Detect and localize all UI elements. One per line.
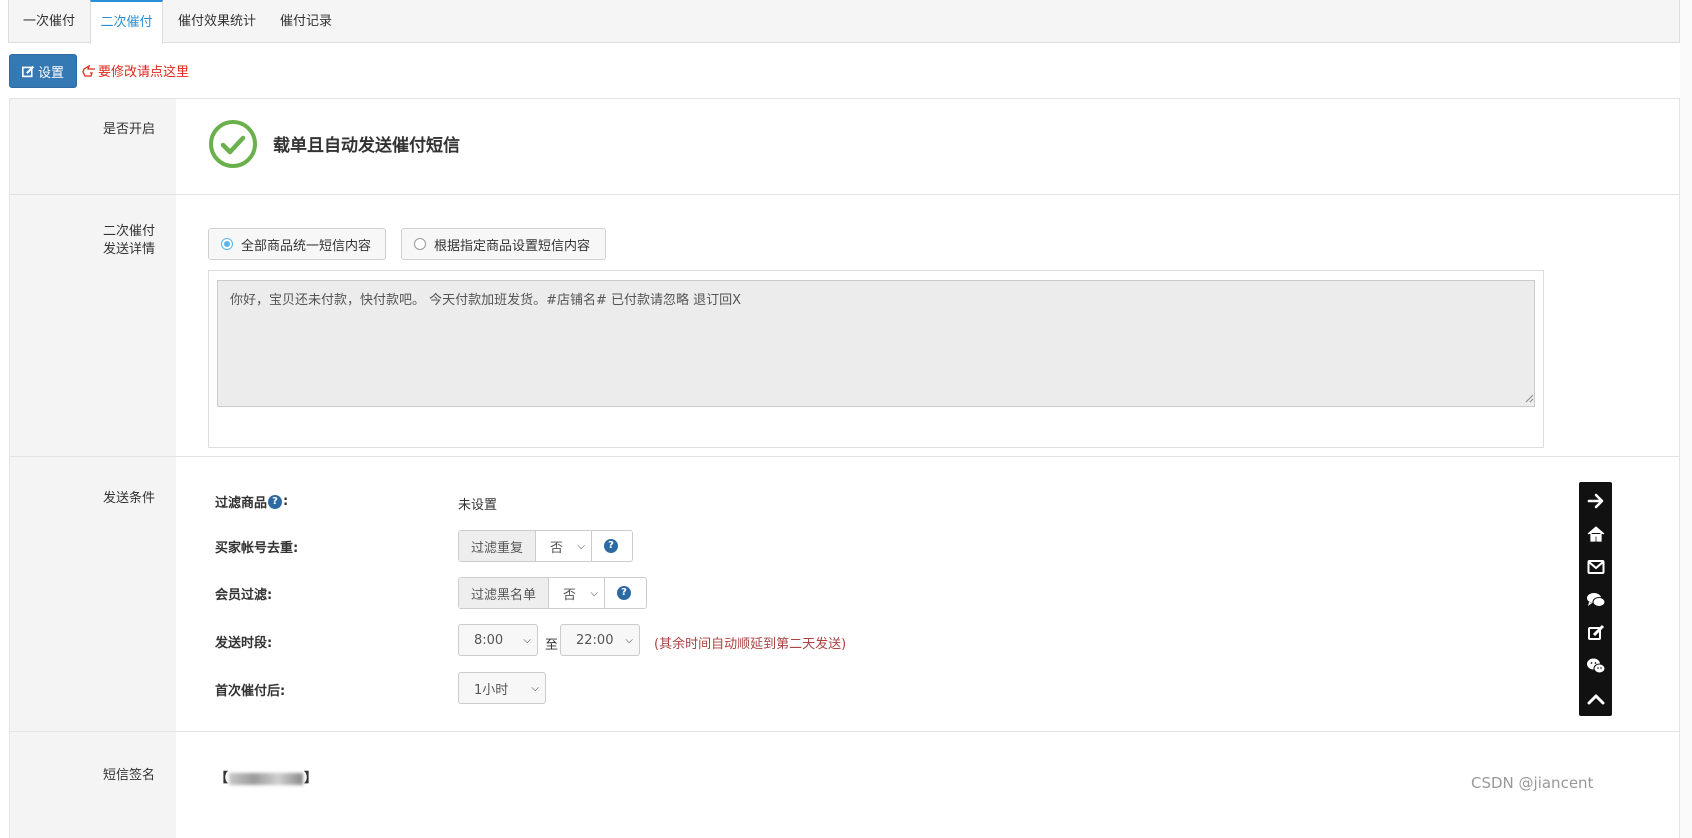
question-icon: ? — [617, 586, 632, 600]
dedupe-addon: 过滤重复 — [459, 531, 537, 561]
period-start-select[interactable]: 8:00 ⌵ — [458, 624, 538, 656]
period-start-value: 8:00 — [474, 632, 504, 648]
question-icon: ? — [604, 539, 619, 553]
signature-label: 短信签名 — [102, 768, 155, 783]
enabled-label: 是否开启 — [102, 122, 155, 137]
filter-goods-label-text: 过滤商品 — [215, 496, 268, 511]
watermark: CSDN @jiancent — [1471, 774, 1594, 792]
chat-icon[interactable] — [1579, 583, 1612, 616]
after-first-label: 首次催付后: — [215, 684, 286, 699]
signature-open-bracket: 【 — [215, 771, 229, 786]
dedupe-group: 过滤重复 否 ⌵ ? — [458, 530, 633, 562]
radio-specific-goods-label: 根据指定商品设置短信内容 — [434, 238, 591, 254]
tab-reminder-records[interactable]: 催付记录 — [271, 0, 341, 43]
period-to-text: 至 — [545, 638, 559, 653]
wechat-icon[interactable] — [1579, 649, 1612, 682]
envelope-icon[interactable] — [1579, 550, 1612, 583]
row-divider — [10, 456, 1679, 457]
edit-hint-text: 要修改请点这里 — [98, 65, 190, 80]
chevron-down-icon: ⌵ — [577, 540, 586, 552]
enabled-status-text: 载单且自动发送催付短信 — [273, 136, 460, 156]
detail-label-line1: 二次催付 — [102, 224, 155, 239]
chevron-down-icon: ⌵ — [590, 587, 599, 599]
after-first-select[interactable]: 1小时 ⌵ — [458, 672, 546, 704]
arrow-right-icon[interactable] — [1579, 484, 1612, 517]
label-column — [10, 99, 176, 838]
tab-first-reminder[interactable]: 一次催付 — [8, 0, 90, 43]
edit-icon — [21, 65, 35, 77]
dedupe-label: 买家帐号去重: — [215, 541, 299, 556]
edit-icon[interactable] — [1579, 616, 1612, 649]
settings-panel — [9, 98, 1680, 838]
chevron-down-icon: ⌵ — [523, 634, 531, 646]
tab-reminder-stats[interactable]: 催付效果统计 — [163, 0, 271, 43]
settings-button-label: 设置 — [37, 65, 64, 81]
member-filter-help-button[interactable]: ? — [605, 578, 643, 608]
radio-all-goods[interactable]: 全部商品统一短信内容 — [208, 228, 386, 260]
row-divider — [10, 731, 1679, 732]
member-filter-select[interactable]: 否 ⌵ — [549, 578, 606, 608]
question-icon[interactable]: ? — [268, 494, 283, 509]
dedupe-select-value: 否 — [550, 540, 564, 556]
dedupe-help-button[interactable]: ? — [592, 531, 630, 561]
period-label: 发送时段: — [215, 636, 273, 651]
radio-unselected-icon — [414, 238, 426, 250]
sms-signature: 【】 — [215, 767, 317, 786]
chevron-down-icon: ⌵ — [625, 634, 633, 646]
detail-label-line2: 发送详情 — [102, 242, 155, 257]
edit-hint[interactable]: 要修改请点这里 — [82, 61, 189, 80]
radio-specific-goods[interactable]: 根据指定商品设置短信内容 — [401, 228, 606, 260]
period-note: (其余时间自动顺延到第二天发送) — [654, 637, 847, 652]
floating-sidebar — [1579, 482, 1612, 716]
chevron-down-icon: ⌵ — [531, 682, 539, 694]
sms-content-textarea[interactable]: 你好，宝贝还未付款，快付款吧。 今天付款加班发货。#店铺名# 已付款请忽略 退订… — [217, 280, 1535, 407]
blurred-signature — [229, 772, 304, 785]
period-end-select[interactable]: 22:00 ⌵ — [560, 624, 640, 656]
conditions-label: 发送条件 — [102, 491, 155, 506]
filter-goods-label: 过滤商品 ? : — [215, 492, 288, 511]
member-filter-group: 过滤黑名单 否 ⌵ ? — [458, 577, 647, 609]
chevron-up-icon[interactable] — [1579, 682, 1612, 715]
scrollbar[interactable] — [1680, 0, 1692, 838]
dedupe-select[interactable]: 否 ⌵ — [536, 531, 593, 561]
signature-close-bracket: 】 — [304, 771, 318, 786]
row-divider — [10, 194, 1679, 195]
radio-all-goods-label: 全部商品统一短信内容 — [241, 238, 372, 254]
colon: : — [283, 494, 289, 509]
member-filter-label: 会员过滤: — [215, 588, 273, 603]
pointing-hand-icon — [82, 64, 95, 77]
filter-goods-value: 未设置 — [458, 498, 498, 513]
tab-second-reminder[interactable]: 二次催付 — [90, 0, 163, 44]
member-filter-select-value: 否 — [563, 587, 577, 603]
resize-handle-icon[interactable] — [1524, 393, 1534, 403]
radio-selected-icon — [221, 238, 233, 250]
home-icon[interactable] — [1579, 517, 1612, 550]
settings-button[interactable]: 设置 — [9, 54, 77, 88]
period-end-value: 22:00 — [576, 632, 614, 648]
check-circle-icon — [209, 120, 257, 168]
member-filter-addon: 过滤黑名单 — [459, 578, 550, 608]
after-first-value: 1小时 — [474, 682, 509, 698]
